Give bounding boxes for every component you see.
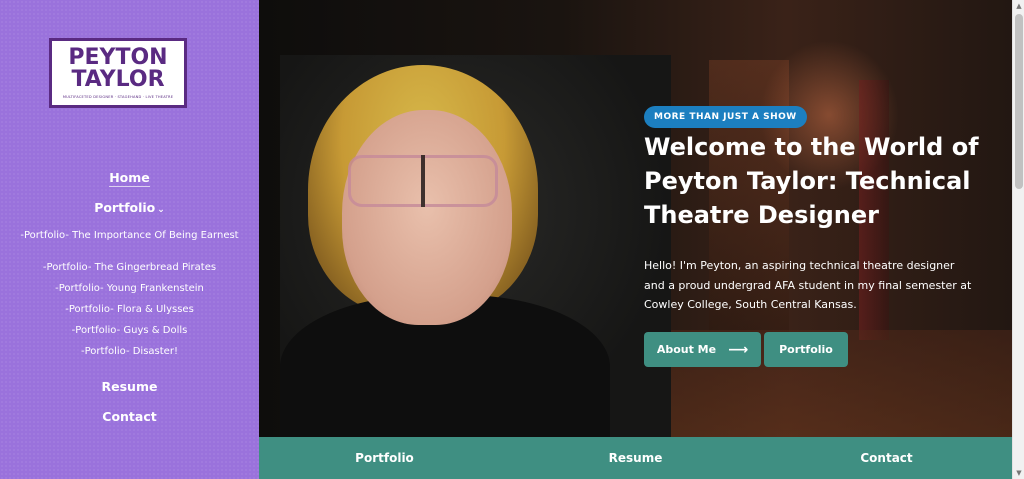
bottom-nav-portfolio[interactable]: Portfolio — [259, 437, 510, 479]
nav-portfolio-guys-dolls[interactable]: -Portfolio- Guys & Dolls — [0, 325, 259, 336]
scroll-down-icon[interactable]: ▼ — [1013, 467, 1024, 479]
nav-portfolio-flora[interactable]: -Portfolio- Flora & Ulysses — [0, 304, 259, 315]
bottom-nav-bar: Portfolio Resume Contact — [259, 437, 1012, 479]
nav-portfolio[interactable]: Portfolio ⌄ — [0, 200, 259, 215]
portfolio-button-label: Portfolio — [779, 343, 833, 356]
nav-portfolio-gingerbread[interactable]: -Portfolio- The Gingerbread Pirates — [0, 262, 259, 273]
hero-intro-text: Hello! I'm Peyton, an aspiring technical… — [644, 259, 972, 311]
portrait-photo — [280, 55, 671, 437]
page-scrollbar[interactable]: ▲ ▼ — [1012, 0, 1024, 479]
bottom-nav-contact[interactable]: Contact — [761, 437, 1012, 479]
nav-home-label: Home — [109, 170, 150, 187]
sidebar: PEYTON TAYLOR MULTIFACETED DESIGNER · ST… — [0, 0, 259, 479]
portrait-glasses — [348, 155, 498, 207]
nav-portfolio-label: Portfolio — [94, 200, 156, 215]
hero-title: Welcome to the World of Peyton Taylor: T… — [644, 133, 979, 229]
nav-contact[interactable]: Contact — [0, 409, 259, 424]
nav-portfolio-importance[interactable]: -Portfolio- The Importance Of Being Earn… — [0, 230, 259, 241]
nav-home[interactable]: Home — [0, 170, 259, 187]
arrow-right-icon: ⟶ — [728, 341, 749, 358]
scrollbar-thumb[interactable] — [1015, 14, 1023, 189]
chevron-down-icon: ⌄ — [157, 205, 165, 215]
scroll-up-icon[interactable]: ▲ — [1013, 0, 1024, 12]
hero-section: MORE THAN JUST A SHOW Welcome to the Wor… — [259, 0, 1012, 437]
nav-portfolio-frankenstein[interactable]: -Portfolio- Young Frankenstein — [0, 283, 259, 294]
site-logo[interactable]: PEYTON TAYLOR MULTIFACETED DESIGNER · ST… — [49, 38, 187, 108]
logo-line-2: TAYLOR — [71, 67, 165, 92]
about-me-label: About Me — [656, 343, 717, 356]
logo-line-1: PEYTON — [68, 45, 168, 70]
nav-resume[interactable]: Resume — [0, 379, 259, 394]
hero-badge: MORE THAN JUST A SHOW — [644, 106, 807, 128]
nav-portfolio-disaster[interactable]: -Portfolio- Disaster! — [0, 346, 259, 357]
portrait-face — [342, 110, 512, 325]
logo-tagline: MULTIFACETED DESIGNER · STAGEHAND · LIVE… — [62, 95, 174, 99]
about-me-button[interactable]: About Me ⟶ — [644, 332, 761, 367]
portfolio-button[interactable]: Portfolio — [764, 332, 848, 367]
bottom-nav-resume[interactable]: Resume — [510, 437, 761, 479]
